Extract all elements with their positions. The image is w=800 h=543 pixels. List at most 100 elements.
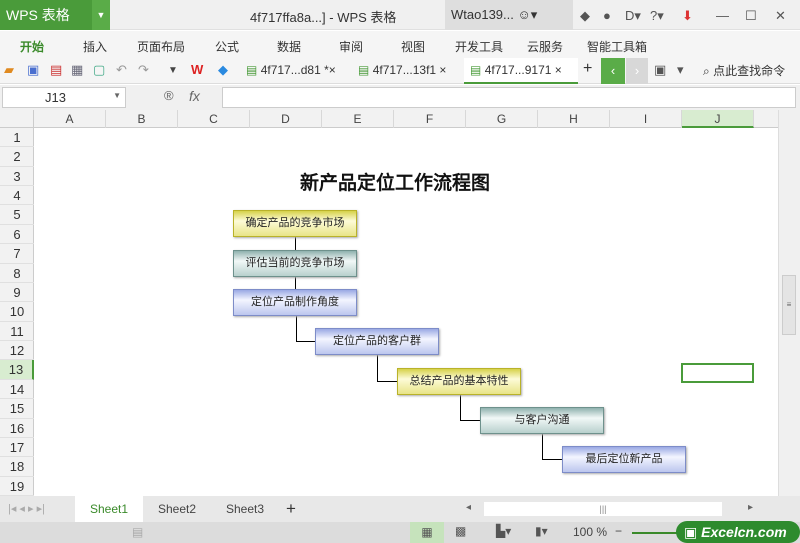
row-header-15[interactable]: 15 bbox=[0, 399, 34, 419]
row-header-17[interactable]: 17 bbox=[0, 438, 34, 458]
row-header-9[interactable]: 9 bbox=[0, 283, 34, 303]
skin-icon[interactable]: ◆ bbox=[580, 8, 590, 24]
open-icon[interactable]: ▰ bbox=[4, 62, 14, 78]
print-icon[interactable]: ▦ bbox=[71, 62, 83, 78]
flow-step-6[interactable]: 与客户沟通 bbox=[480, 407, 604, 434]
tab-next-button[interactable]: › bbox=[626, 58, 648, 84]
app-menu-button[interactable]: WPS 表格 ▼ bbox=[0, 0, 110, 30]
menu-review[interactable]: 审阅 bbox=[339, 38, 363, 55]
column-header-e[interactable]: E bbox=[322, 110, 394, 128]
scroll-right-icon[interactable]: ▸ bbox=[748, 502, 753, 513]
row-header-1[interactable]: 1 bbox=[0, 128, 34, 148]
row-header-2[interactable]: 2 bbox=[0, 147, 34, 167]
menu-smart-tools[interactable]: 智能工具箱 bbox=[587, 38, 647, 55]
menu-cloud[interactable]: 云服务 bbox=[527, 38, 563, 55]
row-header-5[interactable]: 5 bbox=[0, 205, 34, 225]
menu-page-layout[interactable]: 页面布局 bbox=[137, 38, 185, 55]
command-search[interactable]: ⌕ 点此查找命令 bbox=[703, 62, 785, 79]
screen-icon[interactable]: ▣ bbox=[654, 62, 666, 78]
chevron-down-icon[interactable]: ▼ bbox=[113, 91, 121, 100]
column-header-a[interactable]: A bbox=[34, 110, 106, 128]
print-preview-icon[interactable]: ▢ bbox=[93, 62, 105, 78]
row-header-4[interactable]: 4 bbox=[0, 186, 34, 206]
menu-data[interactable]: 数据 bbox=[277, 38, 301, 55]
row-header-12[interactable]: 12 bbox=[0, 341, 34, 361]
more-icon[interactable]: ▼ bbox=[168, 65, 178, 76]
cloud-doc-icon[interactable]: ◆ bbox=[218, 62, 228, 78]
menu-view[interactable]: 视图 bbox=[401, 38, 425, 55]
row-header-18[interactable]: 18 bbox=[0, 457, 34, 477]
zoom-slider[interactable] bbox=[632, 532, 682, 534]
feedback-icon[interactable]: D▾ bbox=[625, 8, 641, 24]
flow-step-5[interactable]: 总结产品的基本特性 bbox=[397, 368, 521, 395]
sheet-tab-1[interactable]: Sheet1 bbox=[75, 496, 143, 522]
flow-step-1[interactable]: 确定产品的竞争市场 bbox=[233, 210, 357, 237]
user-account[interactable]: Wtao139... ☺▾ bbox=[445, 0, 573, 30]
menu-developer[interactable]: 开发工具 bbox=[455, 38, 503, 55]
column-header-i[interactable]: I bbox=[610, 110, 682, 128]
vertical-scrollbar[interactable]: ≡ bbox=[778, 110, 800, 496]
minimize-icon[interactable]: — bbox=[716, 8, 729, 23]
add-sheet-icon[interactable]: + bbox=[286, 499, 296, 519]
column-header-d[interactable]: D bbox=[250, 110, 322, 128]
name-box[interactable]: J13 ▼ bbox=[2, 87, 126, 108]
settings-icon[interactable]: ● bbox=[603, 8, 611, 23]
wps-icon[interactable]: W bbox=[191, 62, 203, 77]
close-icon[interactable]: ✕ bbox=[775, 8, 786, 24]
doc-tab-2[interactable]: ▤ 4f717...13f1 × bbox=[352, 58, 462, 84]
save-icon[interactable]: ▣ bbox=[27, 62, 39, 78]
eye-protect-icon[interactable]: ▮▾ bbox=[535, 524, 548, 538]
page-break-view-icon[interactable]: ▩ bbox=[455, 524, 466, 538]
maximize-icon[interactable]: ☐ bbox=[745, 8, 757, 24]
scroll-left-icon[interactable]: ◂ bbox=[466, 502, 471, 513]
scrollbar-thumb[interactable]: ≡ bbox=[782, 275, 796, 335]
new-tab-icon[interactable]: + bbox=[583, 60, 592, 78]
help-icon[interactable]: ?▾ bbox=[650, 8, 664, 24]
sheet-nav-arrows-icon[interactable]: |◂ ◂ ▸ ▸| bbox=[8, 502, 45, 515]
chevron-down-icon[interactable]: ▼ bbox=[92, 0, 110, 30]
zoom-lens-icon[interactable]: ® bbox=[164, 88, 174, 103]
column-header-c[interactable]: C bbox=[178, 110, 250, 128]
column-header-j[interactable]: J bbox=[682, 110, 754, 128]
selected-cell-j13[interactable] bbox=[681, 363, 754, 383]
menu-formulas[interactable]: 公式 bbox=[215, 38, 239, 55]
column-header-g[interactable]: G bbox=[466, 110, 538, 128]
flow-step-3[interactable]: 定位产品制作角度 bbox=[233, 289, 357, 316]
macro-icon[interactable]: ▤ bbox=[132, 525, 143, 539]
row-header-11[interactable]: 11 bbox=[0, 322, 34, 342]
row-header-14[interactable]: 14 bbox=[0, 380, 34, 400]
normal-view-icon[interactable]: ▦ bbox=[410, 522, 444, 543]
column-header-h[interactable]: H bbox=[538, 110, 610, 128]
row-header-7[interactable]: 7 bbox=[0, 244, 34, 264]
download-icon[interactable]: ⬇ bbox=[682, 8, 693, 24]
zoom-level[interactable]: 100 % bbox=[573, 525, 607, 539]
formula-input[interactable] bbox=[222, 87, 796, 108]
undo-icon[interactable]: ↶ bbox=[116, 62, 127, 78]
row-header-16[interactable]: 16 bbox=[0, 419, 34, 438]
row-header-3[interactable]: 3 bbox=[0, 167, 34, 187]
doc-tab-1[interactable]: ▤ 4f717...d81 *× bbox=[240, 58, 350, 84]
row-header-10[interactable]: 10 bbox=[0, 302, 34, 322]
horizontal-scrollbar[interactable]: ||| bbox=[484, 502, 722, 516]
freeze-icon[interactable]: ▙▾ bbox=[496, 524, 511, 538]
select-all-corner[interactable] bbox=[0, 110, 34, 128]
sheet-tab-2[interactable]: Sheet2 bbox=[143, 496, 211, 522]
redo-icon[interactable]: ↷ bbox=[138, 62, 149, 78]
export-pdf-icon[interactable]: ▤ bbox=[50, 62, 62, 78]
row-header-8[interactable]: 8 bbox=[0, 264, 34, 283]
doc-tab-3-active[interactable]: ▤ 4f717...9171 × bbox=[464, 58, 578, 84]
column-header-b[interactable]: B bbox=[106, 110, 178, 128]
tab-prev-button[interactable]: ‹ bbox=[601, 58, 625, 84]
flow-step-2[interactable]: 评估当前的竞争市场 bbox=[233, 250, 357, 277]
row-header-6[interactable]: 6 bbox=[0, 225, 34, 245]
flow-step-7[interactable]: 最后定位新产品 bbox=[562, 446, 686, 473]
sheet-tab-3[interactable]: Sheet3 bbox=[211, 496, 279, 522]
flow-step-4[interactable]: 定位产品的客户群 bbox=[315, 328, 439, 355]
menu-insert[interactable]: 插入 bbox=[83, 38, 107, 55]
row-header-13[interactable]: 13 bbox=[0, 360, 34, 380]
pin-icon[interactable]: ▾ bbox=[677, 62, 684, 78]
row-header-19[interactable]: 19 bbox=[0, 477, 34, 497]
column-header-f[interactable]: F bbox=[394, 110, 466, 128]
zoom-out-icon[interactable]: − bbox=[615, 524, 622, 538]
menu-home[interactable]: 开始 bbox=[20, 38, 44, 55]
